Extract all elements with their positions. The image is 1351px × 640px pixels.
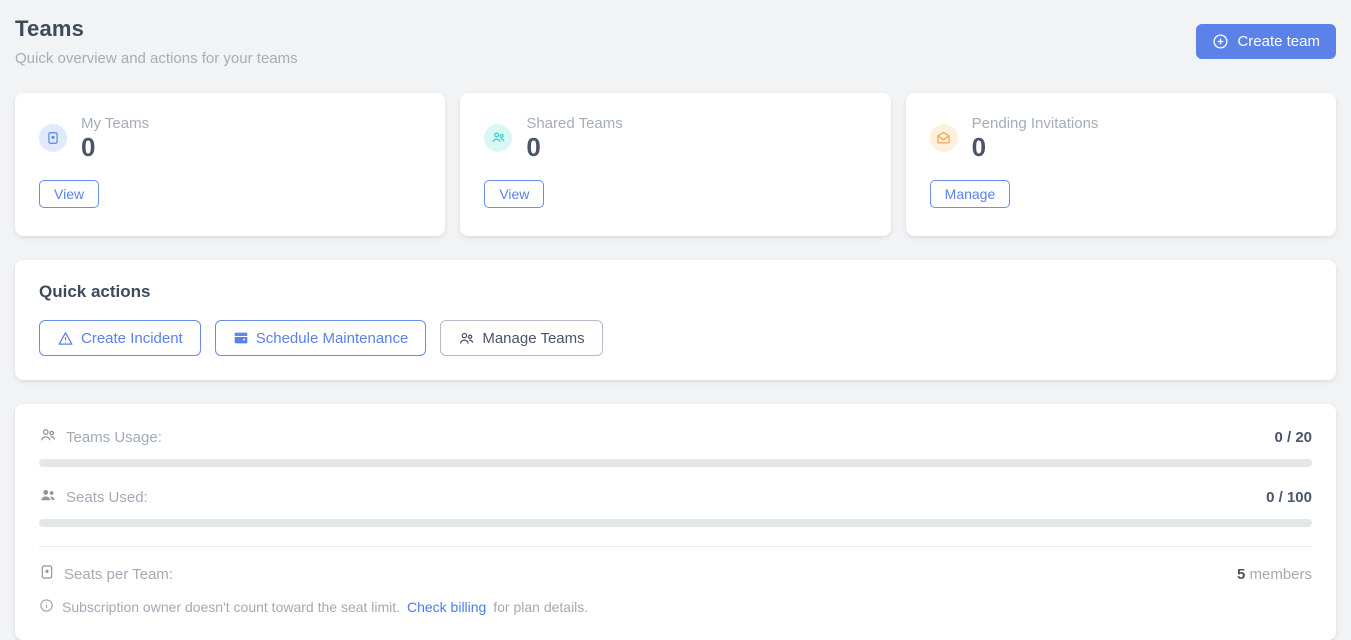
quick-actions-title: Quick actions (39, 282, 1312, 302)
stat-top: Pending Invitations 0 (930, 115, 1312, 160)
group-icon (458, 330, 475, 347)
plus-circle-icon (1212, 33, 1229, 50)
stat-label: My Teams (81, 115, 149, 132)
my-teams-card: My Teams 0 View (15, 93, 445, 236)
seats-used-value: 0 / 100 (1266, 489, 1312, 506)
seats-per-team-left: Seats per Team: (39, 564, 173, 585)
seats-per-team-number: 5 (1237, 566, 1245, 583)
stat-value: 0 (972, 134, 1099, 160)
shared-teams-card: Shared Teams 0 View (460, 93, 890, 236)
create-team-button[interactable]: Create team (1196, 24, 1336, 59)
stat-label: Shared Teams (526, 115, 622, 132)
view-my-teams-button[interactable]: View (39, 180, 99, 208)
stat-text: My Teams 0 (81, 115, 149, 160)
seats-used-progressbar (39, 519, 1312, 527)
usage-card: Teams Usage: 0 / 20 Seats Used: 0 / 100 (15, 404, 1336, 640)
page-header-text: Teams Quick overview and actions for you… (15, 16, 298, 67)
teams-usage-value: 0 / 20 (1274, 429, 1312, 446)
stat-value: 0 (81, 134, 149, 160)
view-shared-teams-button[interactable]: View (484, 180, 544, 208)
badge-icon (39, 124, 67, 152)
quick-actions-card: Quick actions Create Incident (15, 260, 1336, 380)
page-subtitle: Quick overview and actions for your team… (15, 50, 298, 67)
create-team-label: Create team (1237, 33, 1320, 50)
seats-used-row: Seats Used: 0 / 100 (39, 486, 1312, 509)
stats-row: My Teams 0 View Shared Teams 0 Vi (15, 93, 1336, 236)
badge-icon (39, 564, 55, 585)
group-filled-icon (39, 486, 57, 509)
stat-label: Pending Invitations (972, 115, 1099, 132)
seats-used-label: Seats Used: (66, 489, 148, 506)
seats-per-team-label: Seats per Team: (64, 566, 173, 583)
group-icon (484, 124, 512, 152)
page-header: Teams Quick overview and actions for you… (15, 16, 1336, 67)
seats-per-team-value: 5 members (1237, 566, 1312, 583)
stat-top: Shared Teams 0 (484, 115, 866, 160)
seats-per-team-unit: members (1249, 566, 1312, 583)
teams-page: Teams Quick overview and actions for you… (15, 16, 1336, 640)
page-title: Teams (15, 16, 298, 42)
info-circle-icon (39, 598, 54, 616)
teams-usage-left: Teams Usage: (39, 426, 162, 449)
teams-usage-label: Teams Usage: (66, 429, 162, 446)
seats-per-team-row: Seats per Team: 5 members (39, 564, 1312, 585)
schedule-maintenance-button[interactable]: Schedule Maintenance (215, 320, 427, 356)
schedule-maintenance-label: Schedule Maintenance (256, 330, 409, 347)
manage-teams-button[interactable]: Manage Teams (440, 320, 602, 356)
seats-used-left: Seats Used: (39, 486, 148, 509)
manage-invitations-button[interactable]: Manage (930, 180, 1011, 208)
check-billing-link[interactable]: Check billing (407, 599, 486, 615)
stat-top: My Teams 0 (39, 115, 421, 160)
create-incident-button[interactable]: Create Incident (39, 320, 201, 356)
usage-note-text: Subscription owner doesn't count toward … (62, 599, 588, 615)
calendar-icon (233, 330, 249, 346)
usage-note-suffix: for plan details. (493, 599, 588, 615)
manage-teams-label: Manage Teams (482, 330, 584, 347)
teams-usage-row: Teams Usage: 0 / 20 (39, 426, 1312, 449)
group-outline-icon (39, 426, 57, 449)
create-incident-label: Create Incident (81, 330, 183, 347)
usage-note-prefix: Subscription owner doesn't count toward … (62, 599, 400, 615)
envelope-open-icon (930, 124, 958, 152)
teams-usage-progressbar (39, 459, 1312, 467)
quick-actions-buttons: Create Incident Schedule Maintenance (39, 320, 1312, 356)
stat-text: Shared Teams 0 (526, 115, 622, 160)
pending-invitations-card: Pending Invitations 0 Manage (906, 93, 1336, 236)
warning-triangle-icon (57, 330, 74, 347)
usage-divider (39, 546, 1312, 547)
stat-text: Pending Invitations 0 (972, 115, 1099, 160)
usage-note: Subscription owner doesn't count toward … (39, 598, 1312, 616)
stat-value: 0 (526, 134, 622, 160)
